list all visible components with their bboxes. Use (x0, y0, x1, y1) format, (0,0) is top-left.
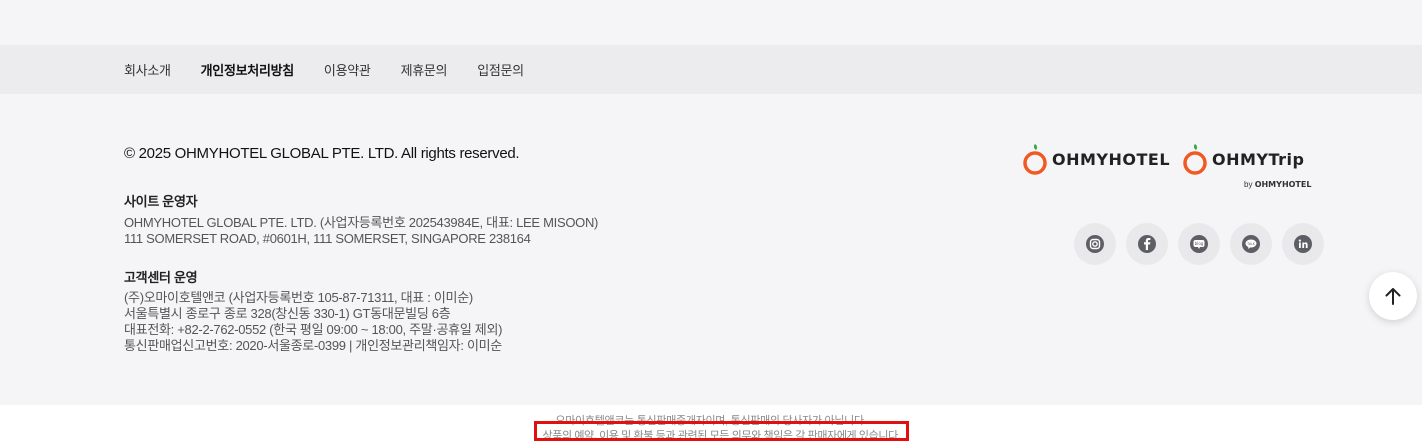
kakao-talk-button[interactable]: TALK (1230, 223, 1272, 265)
svg-text:TALK: TALK (1246, 242, 1256, 246)
linkedin-icon (1294, 235, 1312, 253)
operator-line: 111 SOMERSET ROAD, #0601H, 111 SOMERSET,… (124, 231, 531, 246)
nav-item-privacy-policy[interactable]: 개인정보처리방침 (201, 60, 295, 79)
byline-brand: OHMYHOTEL (1254, 180, 1312, 189)
nav-item-vendor-inquiry[interactable]: 입점문의 (477, 60, 524, 79)
svg-text:blog: blog (1195, 241, 1204, 246)
instagram-icon (1086, 235, 1104, 253)
customer-center-info: (주)오마이호텔앤코 (사업자등록번호 105-87-71311, 대표 : 이… (124, 290, 502, 354)
brand-logos: OHMYHOTEL OHMYTrip by OHMYHOTEL (1022, 142, 1322, 190)
highlighted-notice-box: 상품의 예약, 이용 및 환불 등과 관련된 모든 의무와 책임은 각 판매자에… (534, 421, 909, 441)
nav-item-company[interactable]: 회사소개 (124, 60, 171, 79)
customer-center-line: 통신판매업신고번호: 2020-서울종로-0399 | 개인정보관리책임자: 이… (124, 338, 502, 353)
instagram-button[interactable] (1074, 223, 1116, 265)
ohmyhotel-logo[interactable]: OHMYHOTEL (1022, 142, 1170, 176)
byline-by: by (1244, 180, 1253, 189)
talk-icon: TALK (1242, 235, 1260, 253)
blog-icon: blog (1190, 235, 1208, 253)
ohmytrip-byline: by OHMYHOTEL (1244, 180, 1311, 189)
blog-button[interactable]: blog (1178, 223, 1220, 265)
nav-item-partnership[interactable]: 제휴문의 (401, 60, 448, 79)
nav-item-terms[interactable]: 이용약관 (324, 60, 371, 79)
operator-line: OHMYHOTEL GLOBAL PTE. LTD. (사업자등록번호 2025… (124, 215, 599, 230)
social-links: blog TALK (1074, 223, 1334, 265)
ohmytrip-wordmark: OHMYTrip (1212, 149, 1305, 169)
footer-main: © 2025 OHMYHOTEL GLOBAL PTE. LTD. All ri… (0, 94, 1422, 405)
customer-center-line: (주)오마이호텔앤코 (사업자등록번호 105-87-71311, 대표 : 이… (124, 290, 473, 305)
top-spacer (0, 0, 1422, 45)
footer-nav: 회사소개 개인정보처리방침 이용약관 제휴문의 입점문의 (0, 45, 1422, 94)
linkedin-button[interactable] (1282, 223, 1324, 265)
customer-center-line: 서울특별시 종로구 종로 328(창신동 330-1) GT동대문빌딩 6층 (124, 306, 451, 321)
legal-notice-bar: 오마이호텔앤코는 통신판매중개자이며, 통신판매의 당사자가 아닙니다. 상품의… (0, 405, 1422, 444)
ohmytrip-logo[interactable]: OHMYTrip (1182, 142, 1304, 176)
scroll-to-top-button[interactable] (1369, 272, 1417, 320)
operator-info: OHMYHOTEL GLOBAL PTE. LTD. (사업자등록번호 2025… (124, 215, 598, 247)
peach-icon (1183, 144, 1207, 175)
facebook-icon (1138, 235, 1156, 253)
customer-center-title: 고객센터 운영 (124, 270, 198, 285)
customer-center-line: 대표전화: +82-2-762-0552 (한국 평일 09:00 ~ 18:0… (124, 322, 503, 337)
ohmyhotel-wordmark: OHMYHOTEL (1052, 149, 1171, 169)
arrow-up-icon (1385, 288, 1401, 305)
operator-title: 사이트 운영자 (124, 194, 198, 209)
copyright-text: © 2025 OHMYHOTEL GLOBAL PTE. LTD. All ri… (124, 145, 520, 162)
facebook-button[interactable] (1126, 223, 1168, 265)
seller-responsibility-notice: 상품의 예약, 이용 및 환불 등과 관련된 모든 의무와 책임은 각 판매자에… (542, 430, 901, 441)
peach-icon (1023, 144, 1047, 175)
